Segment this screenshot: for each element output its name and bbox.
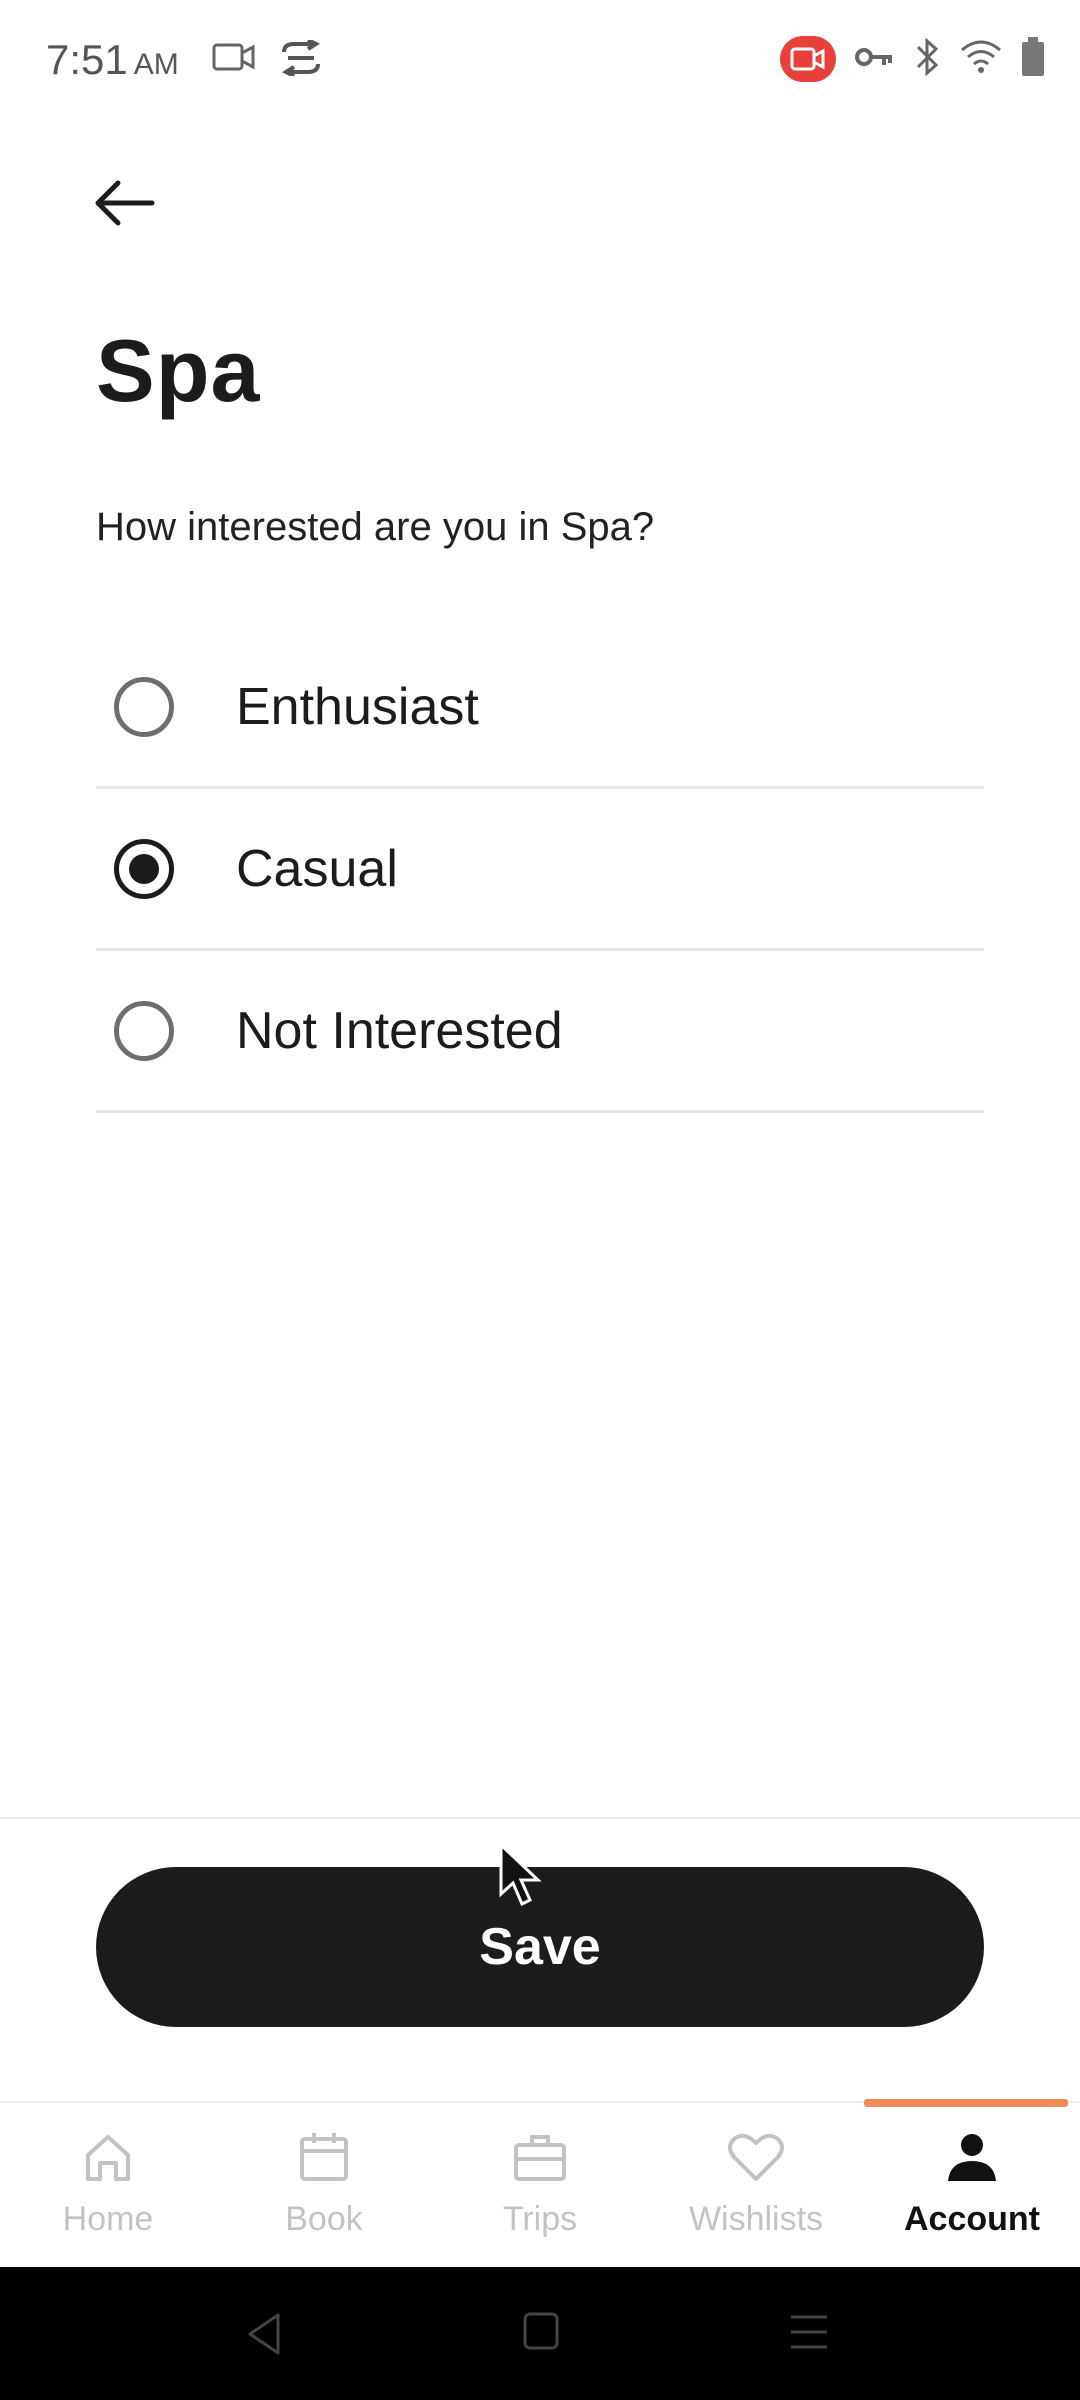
radio-button[interactable] (114, 676, 174, 737)
system-menu-icon[interactable] (788, 2311, 830, 2358)
nav-label: Account (904, 2200, 1040, 2238)
nav-label: Home (62, 2200, 154, 2238)
screen-record-icon (780, 36, 836, 82)
option-label: Not Interested (236, 1001, 563, 1060)
nav-item-home[interactable]: Home (0, 2103, 216, 2267)
status-bar: 7:51 AM (0, 0, 1080, 120)
radio-button-selected[interactable] (114, 838, 174, 899)
mouse-cursor-icon (498, 1841, 544, 1913)
interest-question: How interested are you in Spa? (96, 505, 655, 549)
nav-item-book[interactable]: Book (216, 2103, 432, 2267)
status-time-ampm: AM (133, 48, 179, 81)
status-time-value: 7:51 (46, 36, 128, 83)
option-not-interested[interactable]: Not Interested (96, 951, 984, 1113)
system-home-icon[interactable] (522, 2311, 560, 2356)
system-nav-bar (0, 2267, 1080, 2400)
sync-icon (280, 38, 322, 81)
option-casual[interactable]: Casual (96, 789, 984, 951)
battery-icon (1020, 36, 1046, 82)
nav-item-account[interactable]: Account (864, 2099, 1080, 2267)
option-enthusiast[interactable]: Enthusiast (96, 627, 984, 789)
back-button[interactable] (92, 170, 172, 240)
bluetooth-icon (912, 37, 942, 82)
person-icon (944, 2129, 1000, 2190)
radio-button[interactable] (114, 1000, 174, 1061)
option-label: Casual (236, 839, 398, 898)
nav-label: Book (285, 2200, 363, 2238)
status-right-icons (780, 36, 1046, 82)
nav-label: Trips (502, 2200, 578, 2238)
vpn-key-icon (854, 42, 894, 77)
nav-label: Wishlists (688, 2200, 824, 2238)
option-label: Enthusiast (236, 677, 479, 736)
system-back-icon[interactable] (244, 2311, 284, 2362)
briefcase-icon (512, 2129, 568, 2190)
video-camera-icon (212, 40, 256, 81)
page-title: Spa (96, 321, 261, 420)
nav-item-trips[interactable]: Trips (432, 2103, 648, 2267)
footer-divider (0, 1817, 1080, 1819)
arrow-left-icon (92, 179, 156, 232)
status-time: 7:51 AM (46, 36, 179, 84)
active-tab-indicator (864, 2099, 1068, 2107)
status-left-icons (212, 38, 322, 81)
interest-options: Enthusiast Casual Not Interested (96, 627, 984, 1113)
nav-item-wishlists[interactable]: Wishlists (648, 2103, 864, 2267)
heart-icon (726, 2129, 786, 2190)
wifi-icon (960, 40, 1002, 79)
radio-dot (129, 853, 159, 884)
calendar-icon (296, 2129, 352, 2190)
bottom-nav: Home Book Trips Wishlists Account (0, 2099, 1080, 2267)
screen: 7:51 AM Spa How interested are you in Sp… (0, 0, 1080, 2400)
home-icon (80, 2129, 136, 2190)
